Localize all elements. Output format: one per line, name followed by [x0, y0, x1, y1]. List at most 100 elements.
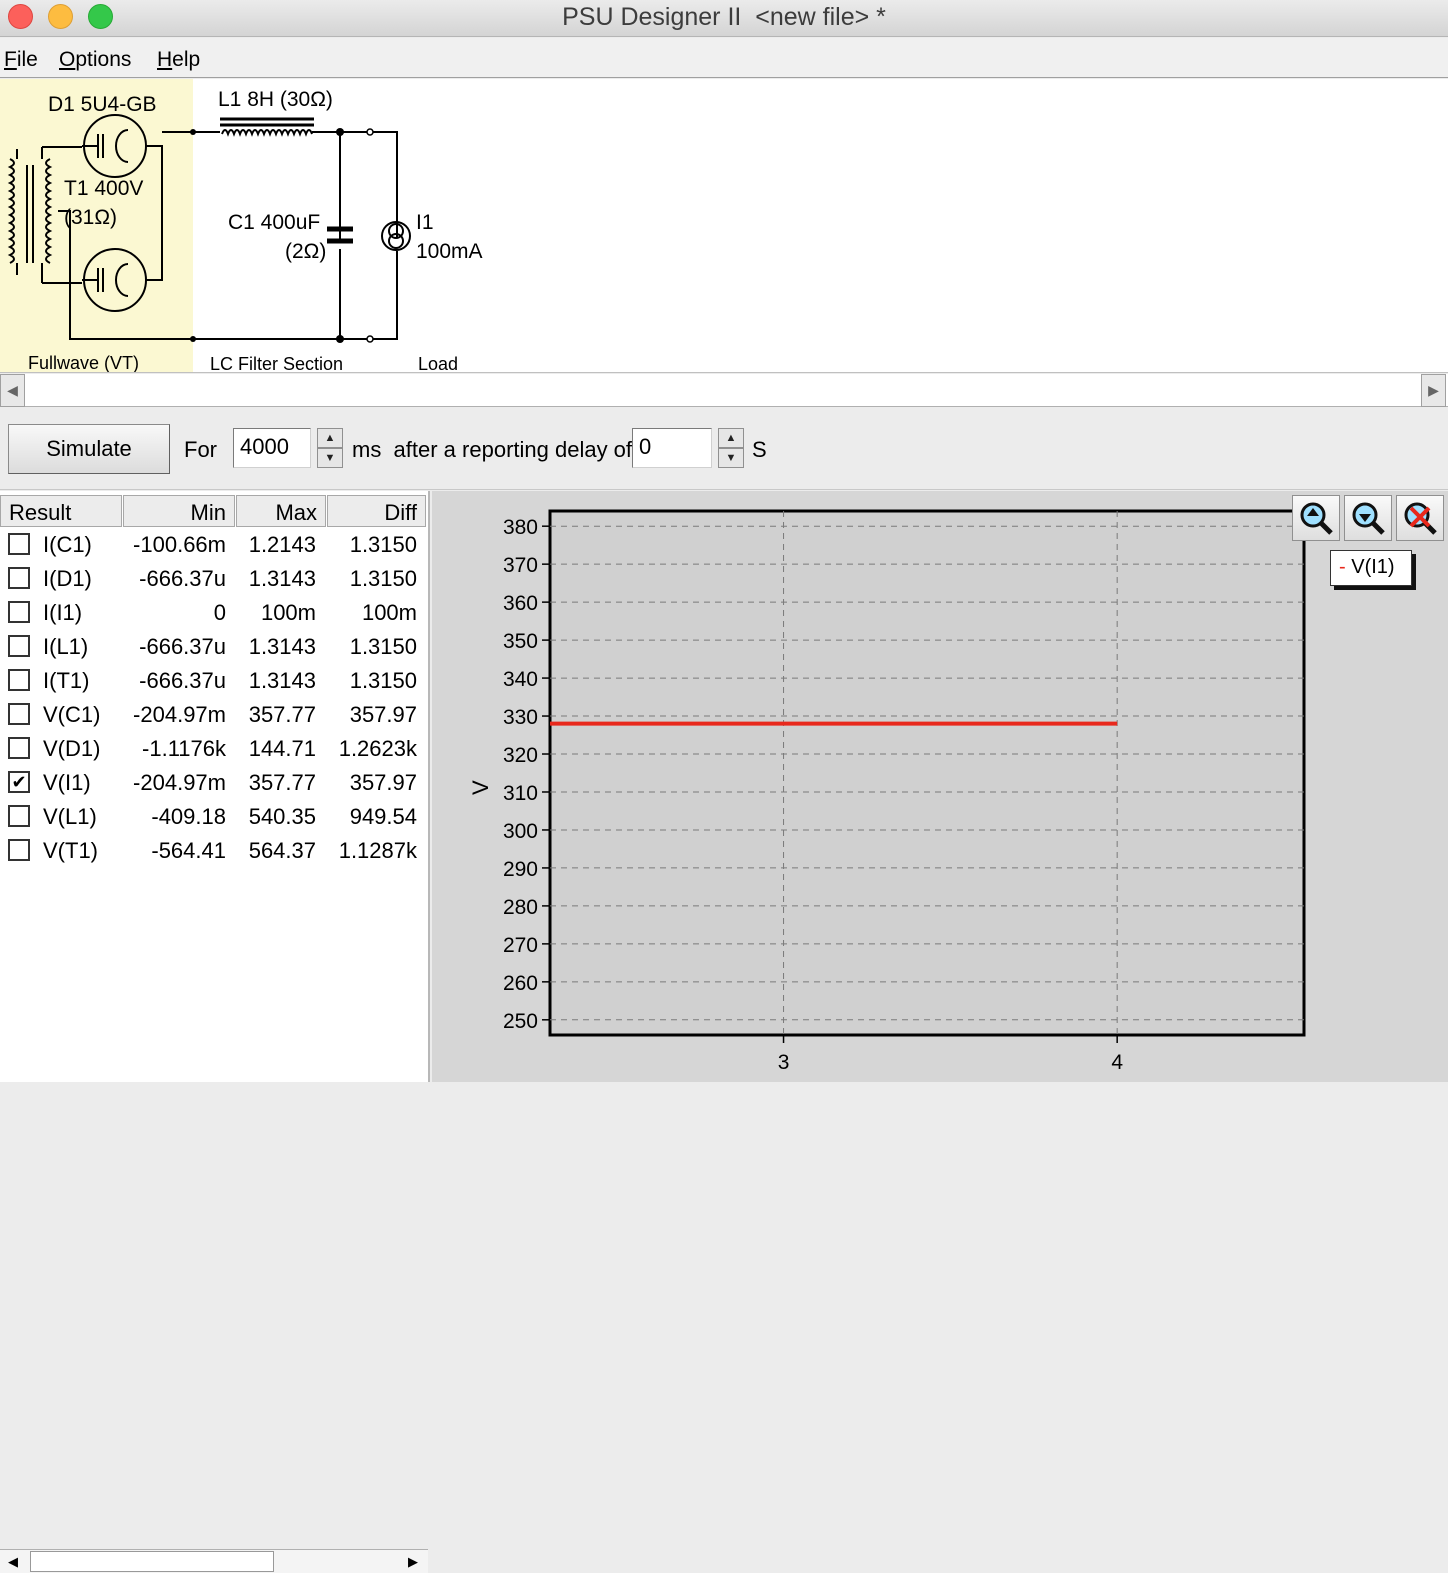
y-tick-label: 320 — [503, 744, 538, 767]
choke-winding — [221, 129, 313, 137]
c1-esr: (2Ω) — [285, 240, 326, 263]
result-diff: 1.3150 — [349, 668, 417, 693]
y-tick-label: 360 — [503, 592, 538, 615]
result-checkbox[interactable] — [8, 703, 30, 725]
filter-section-label: LC Filter Section — [210, 354, 343, 373]
result-min: -666.37u — [139, 566, 226, 591]
menu-options[interactable]: Options — [59, 48, 131, 72]
result-checkbox[interactable] — [8, 635, 30, 657]
schematic-canvas[interactable]: D1 5U4-GB T1 400V (31Ω) L1 8H (30Ω) C1 4… — [0, 79, 1448, 373]
result-max: 1.3143 — [248, 668, 316, 693]
result-diff: 1.3150 — [349, 532, 417, 557]
arrow-right-icon: ▶ — [1428, 382, 1439, 398]
result-diff: 949.54 — [349, 804, 417, 829]
l1-label: L1 8H (30Ω) — [218, 88, 333, 111]
results-scrollbar[interactable]: ◀ ▶ — [0, 1549, 428, 1573]
result-checkbox[interactable] — [8, 533, 30, 555]
result-name: V(C1) — [43, 702, 101, 727]
result-checkbox[interactable] — [8, 737, 30, 759]
menu-file[interactable]: File — [4, 48, 38, 72]
result-min: -666.37u — [139, 634, 226, 659]
y-tick-label: 340 — [503, 668, 538, 691]
zoom-in-button[interactable] — [1292, 495, 1340, 541]
y-tick-label: 250 — [503, 1010, 538, 1033]
for-label: For — [184, 437, 217, 462]
stepper-up-icon[interactable]: ▲ — [317, 428, 343, 448]
waveform-chart[interactable]: 250 260 270 280 290 300 310 320 330 340 350 360 370 3… — [432, 491, 1448, 1082]
duration-stepper[interactable]: ▲ ▼ — [317, 428, 343, 468]
stepper-up-icon[interactable]: ▲ — [718, 428, 744, 448]
menu-help-mnemonic: H — [157, 48, 173, 71]
window-title: PSU Designer II <new file> * — [562, 3, 886, 31]
menu-help-label: elp — [172, 48, 201, 71]
arrow-left-icon[interactable]: ◀ — [0, 1550, 26, 1573]
legend-swatch: - — [1339, 556, 1346, 578]
result-checkbox[interactable]: ✔ — [8, 771, 30, 793]
result-min: -666.37u — [139, 668, 226, 693]
table-row[interactable]: I(L1) -666.37u 1.3143 1.3150 — [0, 631, 428, 665]
result-max: 1.3143 — [248, 566, 316, 591]
result-checkbox[interactable] — [8, 839, 30, 861]
result-checkbox[interactable] — [8, 669, 30, 691]
menu-file-label: ile — [16, 48, 38, 71]
table-row[interactable]: V(T1) -564.41 564.37 1.1287k — [0, 835, 428, 869]
result-diff: 1.2623k — [338, 736, 417, 761]
y-tick-label: 350 — [503, 630, 538, 653]
result-diff: 1.3150 — [349, 566, 417, 591]
column-header-min[interactable]: Min — [123, 495, 235, 527]
result-checkbox[interactable] — [8, 601, 30, 623]
result-name: I(L1) — [43, 634, 89, 659]
simulate-button[interactable]: Simulate — [8, 424, 170, 474]
result-checkbox[interactable] — [8, 567, 30, 589]
result-max: 144.71 — [248, 736, 316, 761]
stepper-down-icon[interactable]: ▼ — [718, 448, 744, 468]
column-header-result[interactable]: Result — [0, 495, 122, 527]
table-row[interactable]: I(T1) -666.37u 1.3143 1.3150 — [0, 665, 428, 699]
column-header-max[interactable]: Max — [236, 495, 326, 527]
zoom-in-icon — [1300, 502, 1333, 535]
menu-file-mnemonic: F — [4, 48, 17, 71]
menu-help[interactable]: Help — [157, 48, 200, 72]
menu-options-label: ptions — [75, 48, 132, 71]
schematic-drawing: D1 5U4-GB T1 400V (31Ω) L1 8H (30Ω) C1 4… — [0, 79, 483, 373]
table-row[interactable]: V(D1) -1.1176k 144.71 1.2623k — [0, 733, 428, 767]
y-axis-label: V — [468, 780, 493, 795]
rectifier-section-label: Fullwave (VT) — [28, 353, 139, 373]
load-section-label: Load — [418, 354, 458, 373]
simulation-toolbar: Simulate For 4000 ▲ ▼ ms after a reporti… — [0, 408, 1448, 490]
zoom-out-button[interactable] — [1344, 495, 1392, 541]
arrow-right-icon[interactable]: ▶ — [400, 1550, 426, 1573]
delay-stepper[interactable]: ▲ ▼ — [718, 428, 744, 468]
zoom-reset-button[interactable] — [1396, 495, 1444, 541]
table-row[interactable]: V(C1) -204.97m 357.77 357.97 — [0, 699, 428, 733]
result-min: -1.1176k — [142, 736, 226, 761]
result-min: -409.18 — [151, 804, 226, 829]
y-tick-label: 370 — [503, 554, 538, 577]
table-row[interactable]: I(D1) -666.37u 1.3143 1.3150 — [0, 563, 428, 597]
scroll-right-button[interactable]: ▶ — [1421, 374, 1446, 407]
duration-input[interactable]: 4000 — [233, 428, 311, 468]
table-row[interactable]: ✔ V(I1) -204.97m 357.77 357.97 — [0, 767, 428, 801]
scroll-thumb[interactable] — [30, 1551, 274, 1572]
schematic-scrollbar[interactable]: ◀ ▶ — [0, 374, 1448, 407]
i1-label: I1 — [416, 211, 434, 234]
scroll-left-button[interactable]: ◀ — [0, 374, 25, 407]
result-name: V(D1) — [43, 736, 101, 761]
results-table: Result Min Max Diff I(C1) -100.66m 1.2143 1… — [0, 491, 430, 1573]
y-tick-label: 270 — [503, 934, 538, 957]
table-row[interactable]: I(I1) 0 100m 100m — [0, 597, 428, 631]
result-checkbox[interactable] — [8, 805, 30, 827]
y-tick-label: 260 — [503, 972, 538, 995]
column-header-diff[interactable]: Diff — [327, 495, 426, 527]
result-min: 0 — [213, 600, 226, 625]
table-row[interactable]: V(L1) -409.18 540.35 949.54 — [0, 801, 428, 835]
table-row[interactable]: I(C1) -100.66m 1.2143 1.3150 — [0, 529, 428, 563]
stepper-down-icon[interactable]: ▼ — [317, 448, 343, 468]
menu-options-mnemonic: O — [59, 48, 76, 71]
zoom-out-icon — [1352, 502, 1385, 535]
y-tick-label: 330 — [503, 706, 538, 729]
delay-input[interactable]: 0 — [632, 428, 712, 468]
result-name: I(C1) — [43, 532, 92, 557]
result-diff: 1.1287k — [338, 838, 417, 863]
result-diff: 357.97 — [349, 770, 417, 795]
